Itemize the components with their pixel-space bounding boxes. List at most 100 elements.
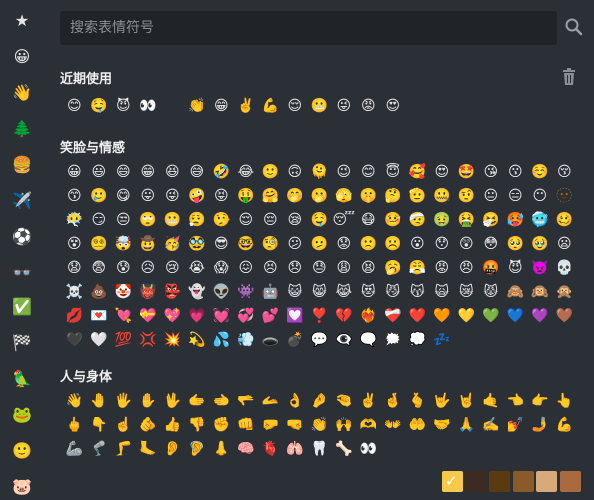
emoji-button[interactable]: ❤️: [405, 306, 430, 326]
emoji-button[interactable]: 💤: [430, 330, 455, 350]
emoji-button[interactable]: 🤥: [209, 210, 234, 230]
emoji-button[interactable]: 😔: [258, 210, 283, 230]
emoji-button[interactable]: 🤞: [381, 391, 406, 411]
sidebar-item-nature[interactable]: 🌲: [10, 116, 34, 140]
emoji-button[interactable]: 🫁: [283, 439, 308, 459]
emoji-button[interactable]: 👊: [234, 415, 259, 435]
emoji-button[interactable]: 😄: [111, 162, 136, 182]
emoji-button[interactable]: 🫰: [405, 391, 430, 411]
emoji-button[interactable]: 😀: [62, 162, 87, 182]
emoji-button[interactable]: 🫠: [307, 162, 332, 182]
emoji-button[interactable]: 💅: [503, 415, 528, 435]
sidebar-item-food[interactable]: 🍔: [10, 152, 34, 176]
emoji-button[interactable]: 👌: [283, 391, 308, 411]
emoji-button[interactable]: ✋: [136, 391, 161, 411]
emoji-button[interactable]: 🙀: [430, 282, 455, 302]
emoji-button[interactable]: 😆: [160, 162, 185, 182]
emoji-button[interactable]: 💛: [454, 306, 479, 326]
emoji-button[interactable]: 👹: [136, 282, 161, 302]
emoji-button[interactable]: 🤧: [479, 210, 504, 230]
emoji-button[interactable]: 💯: [111, 330, 136, 350]
emoji-button[interactable]: 🦿: [87, 439, 112, 459]
emoji-button[interactable]: 👆: [552, 391, 577, 411]
emoji-button[interactable]: 🥶: [528, 210, 553, 230]
emoji-button[interactable]: 😲: [454, 234, 479, 254]
emoji-button[interactable]: 🫲: [209, 391, 234, 411]
emoji-button[interactable]: 🦾: [62, 439, 87, 459]
emoji-button[interactable]: 🥳: [160, 234, 185, 254]
emoji-button[interactable]: 🥴: [552, 210, 577, 230]
emoji-button[interactable]: 💨: [234, 330, 259, 350]
emoji-button[interactable]: 😰: [111, 258, 136, 278]
emoji-button[interactable]: 🙁: [356, 234, 381, 254]
emoji-button[interactable]: 🫀: [258, 439, 283, 459]
emoji-button[interactable]: 🤍: [87, 330, 112, 350]
emoji-button[interactable]: 🤠: [136, 234, 161, 254]
sidebar-item-recent[interactable]: ★: [10, 8, 34, 32]
emoji-button[interactable]: 🥺: [503, 234, 528, 254]
sidebar-item-smileys[interactable]: 😀: [10, 44, 34, 68]
emoji-button[interactable]: ✊: [209, 415, 234, 435]
sidebar-item-symbols[interactable]: ✅: [10, 294, 34, 318]
emoji-button[interactable]: ☝️: [111, 415, 136, 435]
emoji-button[interactable]: 😍: [381, 96, 406, 116]
emoji-button[interactable]: 🤤: [87, 96, 112, 116]
emoji-button[interactable]: 👻: [185, 282, 210, 302]
emoji-button[interactable]: 😡: [430, 258, 455, 278]
emoji-button[interactable]: 😗: [503, 162, 528, 182]
emoji-button[interactable]: 🤑: [234, 186, 259, 206]
emoji-button[interactable]: 👈: [503, 391, 528, 411]
emoji-button[interactable]: 🖤: [62, 330, 87, 350]
emoji-button[interactable]: 😵‍💫: [87, 234, 112, 254]
emoji-button[interactable]: 🧠: [234, 439, 259, 459]
emoji-button[interactable]: 💣: [283, 330, 308, 350]
emoji-button[interactable]: 👐: [381, 415, 406, 435]
emoji-button[interactable]: 🫥: [552, 186, 577, 206]
emoji-button[interactable]: 🤭: [283, 186, 308, 206]
emoji-button[interactable]: 💩: [87, 282, 112, 302]
emoji-button[interactable]: 😥: [136, 258, 161, 278]
emoji-button[interactable]: 💚: [479, 306, 504, 326]
sidebar-item-flags[interactable]: 🏁: [10, 330, 34, 354]
emoji-button[interactable]: 😁: [209, 96, 234, 116]
emoji-button[interactable]: 😳: [479, 234, 504, 254]
emoji-button[interactable]: 🤙: [479, 391, 504, 411]
emoji-button[interactable]: ❣️: [307, 306, 332, 326]
emoji-button[interactable]: ✌️: [356, 391, 381, 411]
emoji-button[interactable]: 😴: [332, 210, 357, 230]
emoji-button[interactable]: 😵: [62, 234, 87, 254]
emoji-button[interactable]: 🫱: [185, 391, 210, 411]
emoji-button[interactable]: 👋: [62, 391, 87, 411]
emoji-button[interactable]: 🤖: [258, 282, 283, 302]
skin-tone-swatch[interactable]: [489, 471, 510, 492]
emoji-button[interactable]: 😃: [87, 162, 112, 182]
emoji-button[interactable]: 😮: [405, 234, 430, 254]
emoji-button[interactable]: 🙏: [454, 415, 479, 435]
trash-icon[interactable]: [561, 68, 577, 86]
emoji-button[interactable]: 😁: [136, 162, 161, 182]
emoji-button[interactable]: 😙: [62, 186, 87, 206]
emoji-button[interactable]: 🫶: [356, 415, 381, 435]
emoji-button[interactable]: 😬: [307, 96, 332, 116]
emoji-button[interactable]: 😉: [332, 162, 357, 182]
emoji-button[interactable]: 😩: [332, 258, 357, 278]
emoji-button[interactable]: ❤️‍🔥: [356, 306, 381, 326]
sidebar-item-custom-3[interactable]: 🙂: [10, 438, 34, 462]
emoji-button[interactable]: 😶‍🌫️: [62, 210, 87, 230]
emoji-button[interactable]: 😱: [209, 258, 234, 278]
emoji-button[interactable]: 💘: [111, 306, 136, 326]
emoji-button[interactable]: 🫡: [405, 186, 430, 206]
emoji-button[interactable]: 😯: [430, 234, 455, 254]
emoji-button[interactable]: 👁️‍🗨️: [332, 330, 357, 350]
emoji-button[interactable]: 🤣: [209, 162, 234, 182]
emoji-button[interactable]: 😈: [111, 96, 136, 116]
emoji-button[interactable]: 😿: [454, 282, 479, 302]
emoji-button[interactable]: 😶: [528, 186, 553, 206]
emoji-button[interactable]: 🤚: [87, 391, 112, 411]
emoji-button[interactable]: 💫: [185, 330, 210, 350]
emoji-button[interactable]: 🗨️: [356, 330, 381, 350]
emoji-button[interactable]: 👀: [356, 439, 381, 459]
emoji-button[interactable]: 💙: [503, 306, 528, 326]
emoji-button[interactable]: ✍️: [479, 415, 504, 435]
emoji-button[interactable]: 🧡: [430, 306, 455, 326]
